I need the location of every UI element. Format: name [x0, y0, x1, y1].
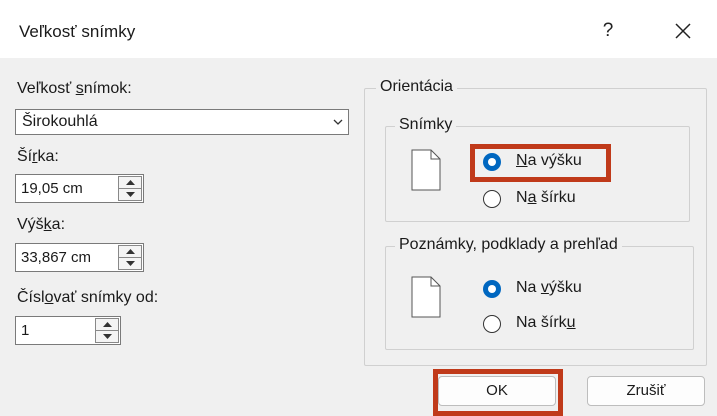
highlight-box-ok — [433, 369, 563, 416]
close-icon — [675, 23, 691, 39]
arrow-up-icon — [125, 249, 135, 254]
notes-orientation-title: Poznámky, podklady a prehľad — [395, 236, 622, 254]
height-stepper[interactable]: 33,867 cm — [15, 243, 144, 272]
height-increase-button[interactable] — [119, 246, 141, 258]
title-bar: Veľkosť snímky ? — [0, 0, 717, 58]
arrow-down-icon — [102, 334, 112, 339]
help-button[interactable]: ? — [594, 16, 622, 46]
number-slides-stepper[interactable]: 1 — [15, 316, 121, 345]
width-decrease-button[interactable] — [119, 189, 141, 200]
cancel-button[interactable]: Zrušiť — [587, 376, 705, 406]
arrow-up-icon — [102, 322, 112, 327]
notes-landscape-label[interactable]: Na šírku — [516, 314, 576, 332]
arrow-up-icon — [125, 180, 135, 185]
notes-portrait-label[interactable]: Na výšku — [516, 279, 582, 297]
number-slides-label: Číslovať snímky od: — [17, 289, 159, 306]
arrow-down-icon — [125, 261, 135, 266]
chevron-down-icon[interactable] — [328, 110, 348, 134]
width-increase-button[interactable] — [119, 177, 141, 189]
notes-landscape-radio[interactable] — [483, 315, 501, 333]
height-decrease-button[interactable] — [119, 258, 141, 269]
slides-orientation-title: Snímky — [395, 116, 457, 134]
height-value: 33,867 cm — [21, 249, 92, 266]
width-value: 19,05 cm — [21, 180, 83, 197]
slide-size-select[interactable]: Širokouhlá — [15, 109, 349, 135]
slides-landscape-radio[interactable] — [483, 190, 501, 208]
slide-size-value: Širokouhlá — [22, 113, 98, 130]
portrait-page-icon — [411, 149, 441, 191]
arrow-down-icon — [125, 192, 135, 197]
portrait-page-icon — [411, 276, 441, 318]
number-increase-button[interactable] — [96, 319, 118, 331]
dialog-title: Veľkosť snímky — [19, 22, 136, 41]
highlight-box-portrait — [470, 144, 611, 182]
number-decrease-button[interactable] — [96, 331, 118, 342]
width-label: Šírka: — [17, 148, 59, 165]
notes-portrait-radio[interactable] — [483, 280, 501, 298]
orientation-title: Orientácia — [376, 78, 457, 96]
close-button[interactable] — [668, 16, 698, 46]
cancel-button-label: Zrušiť — [626, 382, 666, 399]
width-stepper[interactable]: 19,05 cm — [15, 174, 144, 203]
slides-landscape-label[interactable]: Na šírku — [516, 189, 576, 207]
slide-size-label: Veľkosť snímok: — [17, 80, 132, 97]
number-slides-value: 1 — [21, 322, 30, 339]
height-label: Výška: — [17, 216, 66, 233]
